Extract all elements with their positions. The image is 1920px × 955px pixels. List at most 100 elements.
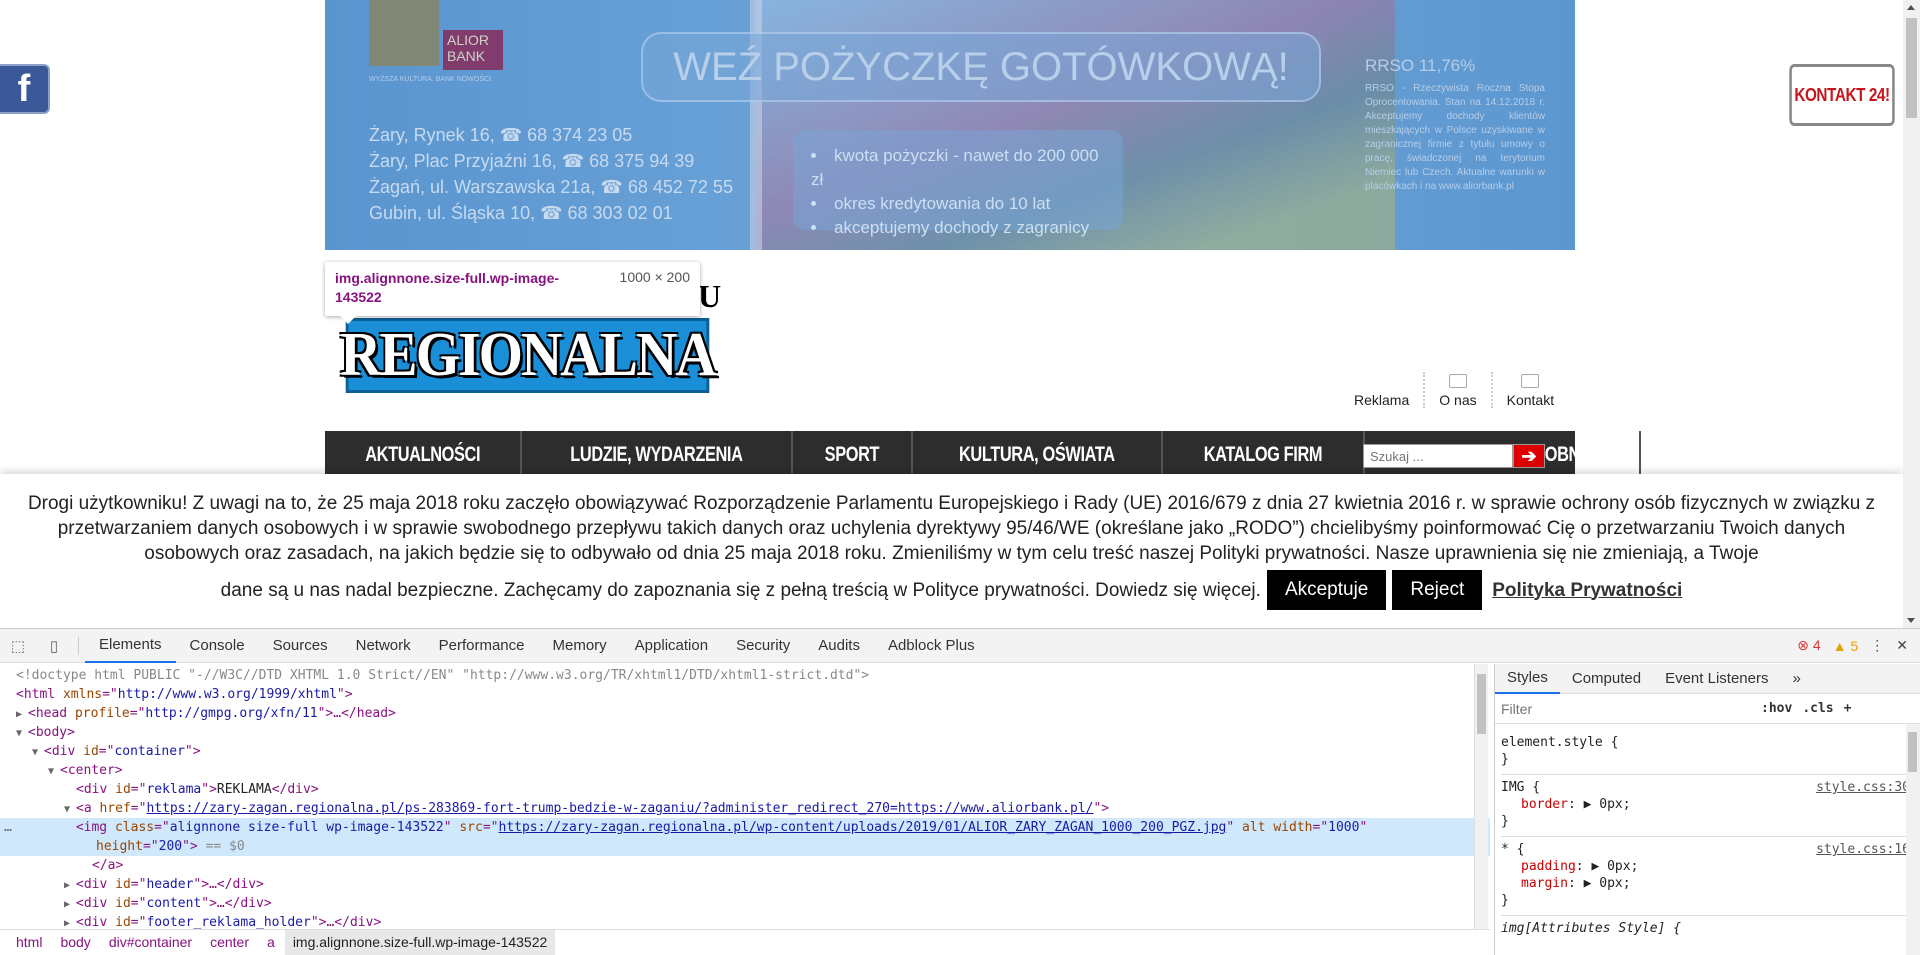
site-logo[interactable]: REGIONALNA — [340, 318, 717, 393]
breadcrumb-item[interactable]: div#container — [101, 930, 200, 955]
devtools-panel: ⬚ ▯ Elements Console Sources Network Per… — [0, 628, 1920, 955]
tooltip-arrow — [340, 316, 356, 324]
cookie-last-line: dane są u nas nadal bezpieczne. Zachęcam… — [221, 570, 1682, 610]
dom-line[interactable]: ▶ <div id="footer_reklama_holder">…</div> — [0, 913, 1490, 930]
rule-close: } — [1501, 893, 1509, 908]
nav-item-kultura[interactable]: KULTURA, OŚWIATA — [913, 431, 1163, 479]
scroll-down-icon[interactable] — [1907, 618, 1915, 623]
tab-application[interactable]: Application — [621, 629, 722, 663]
breadcrumb-item[interactable]: body — [52, 930, 98, 955]
expand-icon[interactable]: ▶ — [64, 895, 76, 914]
search-box: ➔ — [1363, 444, 1553, 468]
elements-scrollbar[interactable] — [1474, 664, 1488, 930]
search-input[interactable] — [1363, 444, 1513, 468]
breadcrumb-item[interactable]: center — [202, 930, 257, 955]
error-icon[interactable]: ⊗ 4 — [1797, 637, 1820, 654]
arrow-right-icon[interactable]: ➔ — [1513, 444, 1545, 468]
collapse-icon[interactable]: ▼ — [16, 724, 28, 743]
top-link-reklama[interactable]: Reklama — [1340, 392, 1423, 408]
dom-line[interactable]: </a> — [0, 856, 1490, 875]
rule-selector[interactable]: element.style { — [1501, 734, 1914, 751]
more-tabs-icon[interactable]: » — [1780, 664, 1812, 694]
collapse-icon[interactable]: ▼ — [32, 743, 44, 762]
dom-line[interactable]: ▼ <center> — [0, 761, 1490, 780]
more-menu-icon[interactable]: ⋮ — [1870, 637, 1884, 654]
css-property[interactable]: margin: ▶ 0px; — [1501, 875, 1914, 892]
breadcrumb-item[interactable]: a — [259, 930, 283, 955]
styles-pane: Styles Computed Event Listeners » :hov .… — [1494, 664, 1920, 955]
tab-audits[interactable]: Audits — [804, 629, 874, 663]
privacy-policy-link[interactable]: Polityka Prywatności — [1492, 578, 1682, 603]
kontakt24-button[interactable]: KONTAKT 24! — [1789, 64, 1895, 126]
top-link-kontakt[interactable]: Kontakt — [1493, 374, 1568, 408]
banner-headline: WEŹ POŻYCZKĘ GOTÓWKOWĄ! — [641, 32, 1321, 102]
rule-source-link[interactable]: style.css:16 — [1816, 841, 1910, 858]
collapse-icon[interactable]: ▼ — [64, 800, 76, 819]
page-scrollbar[interactable] — [1903, 0, 1920, 628]
branch-addresses: Żary, Rynek 16, ☎ 68 374 23 05 Żary, Pla… — [369, 122, 733, 226]
tab-network[interactable]: Network — [342, 629, 425, 663]
address-line: Żary, Plac Przyjaźni 16, ☎ 68 375 94 39 — [369, 151, 695, 171]
tab-performance[interactable]: Performance — [425, 629, 539, 663]
tab-console[interactable]: Console — [176, 629, 259, 663]
expand-icon[interactable]: ▶ — [64, 914, 76, 930]
styles-scrollbar[interactable] — [1906, 724, 1920, 955]
dom-line[interactable]: ▼ <body> — [0, 723, 1490, 742]
alior-bank-banner[interactable]: ALIOR BANK WYŻSZA KULTURA. BANK NOWOŚCI.… — [325, 0, 1575, 250]
hov-toggle[interactable]: :hov — [1761, 701, 1792, 716]
rule-selector[interactable]: img[Attributes Style] { — [1501, 920, 1914, 937]
tab-event-listeners[interactable]: Event Listeners — [1653, 664, 1780, 694]
tab-computed[interactable]: Computed — [1560, 664, 1653, 694]
facebook-icon[interactable]: f — [0, 64, 50, 114]
close-icon[interactable]: ✕ — [1896, 637, 1908, 654]
dom-line[interactable]: ▶ <div id="header">…</div> — [0, 875, 1490, 894]
dom-line[interactable]: ▶ <head profile="http://gmpg.org/xfn/11">… — [0, 704, 1490, 723]
nav-item-sport[interactable]: SPORT — [793, 431, 913, 479]
devtools-status: ⊗ 4 ▲ 5 ⋮ ✕ — [1797, 637, 1920, 654]
styles-filter: :hov .cls + — [1495, 694, 1920, 724]
bank-motto: WYŻSZA KULTURA. BANK NOWOŚCI. — [369, 76, 493, 83]
dom-line-selected[interactable]: … <img class="alignnone size-full wp-imag… — [0, 818, 1490, 856]
dom-line[interactable]: ▼ <div id="container"> — [0, 742, 1490, 761]
inspect-icon[interactable]: ⬚ — [0, 629, 36, 663]
dom-line[interactable]: <div id="reklama">REKLAMA</div> — [0, 780, 1490, 799]
warning-icon[interactable]: ▲ 5 — [1833, 638, 1859, 654]
scroll-thumb[interactable] — [1477, 674, 1486, 734]
dom-line[interactable]: ▶ <div id="content">…</div> — [0, 894, 1490, 913]
cls-toggle[interactable]: .cls — [1802, 701, 1833, 716]
top-link-o-nas[interactable]: O nas — [1425, 374, 1490, 408]
address-line: Żary, Rynek 16, ☎ 68 374 23 05 — [369, 125, 633, 145]
tab-security[interactable]: Security — [722, 629, 804, 663]
dom-line[interactable]: ▼ <a href="https://zary-zagan.regionalna.… — [0, 799, 1490, 818]
styles-tabs: Styles Computed Event Listeners » — [1495, 664, 1920, 694]
tab-elements[interactable]: Elements — [85, 629, 176, 663]
mail-icon — [1521, 374, 1540, 388]
nav-item-ludzie[interactable]: LUDZIE, WYDARZENIA — [522, 431, 794, 479]
scroll-up-icon[interactable] — [1907, 5, 1915, 10]
accept-button[interactable]: Akceptuje — [1266, 570, 1387, 610]
css-property[interactable]: border: ▶ 0px; — [1501, 796, 1914, 813]
rule-source-link[interactable]: style.css:30 — [1816, 779, 1910, 796]
expand-icon[interactable]: ▶ — [16, 705, 28, 724]
scroll-thumb[interactable] — [1908, 732, 1917, 772]
styles-filter-input[interactable] — [1501, 700, 1751, 717]
nav-item-katalog[interactable]: KATALOG FIRM — [1163, 431, 1365, 479]
dom-line[interactable]: <html xmlns="http://www.w3.org/1999/xhtm… — [0, 685, 1490, 704]
tab-sources[interactable]: Sources — [259, 629, 342, 663]
elements-tree: <!doctype html PUBLIC "-//W3C//DTD XHTML… — [0, 664, 1490, 930]
dom-line[interactable]: <!doctype html PUBLIC "-//W3C//DTD XHTML… — [0, 666, 1490, 685]
plus-icon[interactable]: + — [1844, 701, 1852, 716]
scroll-thumb[interactable] — [1906, 18, 1917, 118]
device-toggle-icon[interactable]: ▯ — [36, 629, 72, 663]
tab-styles[interactable]: Styles — [1495, 664, 1560, 694]
expand-icon[interactable]: ▶ — [64, 876, 76, 895]
css-property[interactable]: padding: ▶ 0px; — [1501, 858, 1914, 875]
nav-item-aktualnosci[interactable]: AKTUALNOŚCI — [325, 431, 523, 479]
collapse-icon[interactable]: ▼ — [48, 762, 60, 781]
tab-memory[interactable]: Memory — [539, 629, 621, 663]
breadcrumb-item[interactable]: html — [8, 930, 50, 955]
breadcrumb-item-active[interactable]: img.alignnone.size-full.wp-image-143522 — [284, 929, 556, 955]
reject-button[interactable]: Reject — [1392, 570, 1483, 610]
people-icon — [1448, 374, 1467, 388]
tab-adblock[interactable]: Adblock Plus — [874, 629, 989, 663]
